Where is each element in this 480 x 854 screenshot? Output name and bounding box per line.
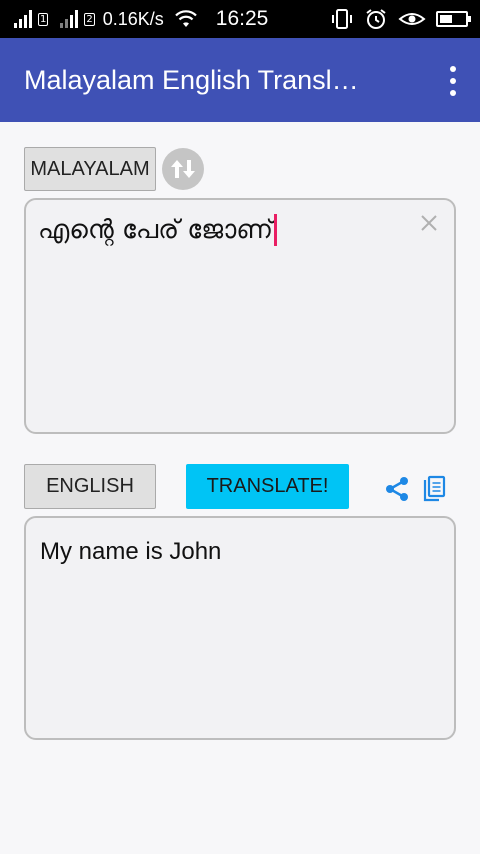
network-speed: 0.16K/s <box>102 8 164 29</box>
app-bar: Malayalam English Transl… <box>0 38 480 122</box>
source-text-content: എന്റെ പേര് ജോണ് <box>38 214 278 246</box>
alarm-icon <box>366 9 386 29</box>
eye-icon <box>398 13 426 25</box>
source-text: എന്റെ പേര് ജോണ് <box>38 214 274 245</box>
swap-vertical-icon <box>171 160 195 178</box>
close-icon[interactable] <box>418 212 440 234</box>
signal-icon <box>14 10 32 28</box>
swap-languages-button[interactable] <box>162 148 204 190</box>
clock: 16:25 <box>215 7 269 30</box>
vibrate-icon <box>332 9 352 29</box>
status-bar: 1 2 0.16K/s 16:25 <box>0 0 480 38</box>
translation-output[interactable]: My name is John <box>24 516 456 740</box>
output-text: My name is John <box>40 538 222 565</box>
overflow-menu-icon[interactable] <box>446 66 460 96</box>
translate-button[interactable]: TRANSLATE! <box>186 464 349 509</box>
target-language-button[interactable]: ENGLISH <box>24 464 156 509</box>
battery-icon <box>436 11 471 27</box>
copy-icon[interactable] <box>422 475 448 503</box>
sim1-label: 1 <box>38 12 49 26</box>
app-title: Malayalam English Transl… <box>24 64 359 95</box>
source-language-button[interactable]: MALAYALAM <box>24 147 156 191</box>
source-text-input[interactable]: എന്റെ പേര് ജോണ് <box>24 198 456 434</box>
sim2-label: 2 <box>84 12 95 26</box>
wifi-icon <box>175 10 197 27</box>
share-icon[interactable] <box>383 475 411 503</box>
text-cursor <box>274 214 278 246</box>
signal-icon-2 <box>60 10 79 28</box>
